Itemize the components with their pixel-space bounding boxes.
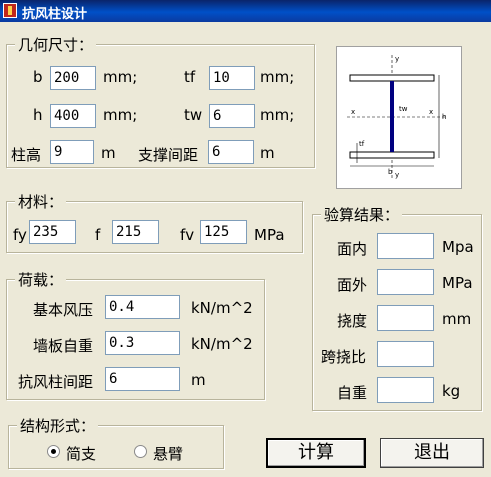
wind-pressure-unit: kN/m^2 xyxy=(191,299,253,317)
out-plane-output[interactable] xyxy=(377,269,434,295)
column-spacing-unit: m xyxy=(191,371,206,389)
fy-input[interactable]: 235 xyxy=(29,220,76,244)
simple-support-radio[interactable] xyxy=(47,445,60,458)
wind-pressure-label: 基本风压 xyxy=(33,301,94,319)
y-top-label: y xyxy=(395,55,399,63)
in-plane-label: 面内 xyxy=(337,240,368,258)
x-right-label: x xyxy=(429,108,433,116)
column-height-unit: m xyxy=(101,144,116,162)
section-diagram: y y x x tw h b tf xyxy=(336,46,462,189)
calculate-button[interactable]: 计算 xyxy=(266,438,366,468)
tw-label: tw xyxy=(184,106,203,124)
self-weight-output[interactable] xyxy=(377,377,434,403)
tf-unit: mm; xyxy=(260,68,295,86)
in-plane-unit: Mpa xyxy=(442,238,474,256)
column-height-label: 柱高 xyxy=(11,146,42,164)
load-legend: 荷载： xyxy=(15,269,67,290)
window-title: 抗风柱设计 xyxy=(22,7,88,22)
b-input[interactable]: 200 xyxy=(50,66,96,90)
brace-spacing-input[interactable]: 6 xyxy=(208,140,254,164)
brace-spacing-unit: m xyxy=(260,144,275,162)
brace-spacing-label: 支撑间距 xyxy=(138,146,199,164)
x-left-label: x xyxy=(351,108,355,116)
deflection-label: 挠度 xyxy=(337,312,368,330)
self-weight-label: 自重 xyxy=(337,384,368,402)
y-bottom-label: y xyxy=(395,171,399,179)
self-weight-unit: kg xyxy=(442,382,461,400)
bottom-flange xyxy=(349,151,435,159)
results-legend: 验算结果： xyxy=(321,204,403,225)
tw-unit: mm; xyxy=(260,106,295,124)
wind-pressure-input[interactable]: 0.4 xyxy=(105,295,180,319)
deflection-unit: mm xyxy=(442,310,472,328)
tw-diagram-label: tw xyxy=(399,105,408,113)
top-flange xyxy=(349,74,435,82)
wall-weight-label: 墙板自重 xyxy=(33,337,94,355)
b-unit: mm; xyxy=(103,68,138,86)
structure-legend: 结构形式： xyxy=(17,415,99,436)
fv-input[interactable]: 125 xyxy=(200,220,247,244)
column-height-input[interactable]: 9 xyxy=(50,140,94,164)
app-icon xyxy=(3,3,17,18)
tf-input[interactable]: 10 xyxy=(209,66,255,90)
column-spacing-input[interactable]: 6 xyxy=(105,367,180,391)
wall-weight-input[interactable]: 0.3 xyxy=(105,331,180,355)
h-unit: mm; xyxy=(103,106,138,124)
structure-group: 结构形式： xyxy=(8,415,224,469)
f-input[interactable]: 215 xyxy=(112,220,159,244)
b-label: b xyxy=(33,68,43,86)
column-spacing-label: 抗风柱间距 xyxy=(18,373,94,391)
deflection-ratio-output[interactable] xyxy=(377,341,434,367)
f-label: f xyxy=(95,226,101,244)
h-input[interactable]: 400 xyxy=(50,104,96,128)
tf-label: tf xyxy=(184,68,196,86)
out-plane-label: 面外 xyxy=(337,276,368,294)
cantilever-label[interactable]: 悬臂 xyxy=(153,443,183,464)
wall-weight-unit: kN/m^2 xyxy=(191,335,253,353)
fv-label: fv xyxy=(180,226,195,244)
tf-diagram-label: tf xyxy=(359,140,365,148)
h-label: h xyxy=(33,106,43,124)
exit-button[interactable]: 退出 xyxy=(380,438,484,468)
h-diagram-label: h xyxy=(442,113,446,121)
simple-support-label[interactable]: 简支 xyxy=(66,443,96,464)
b-diagram-label: b xyxy=(388,168,393,176)
fy-label: fy xyxy=(13,226,27,244)
tw-input[interactable]: 6 xyxy=(209,104,255,128)
out-plane-unit: MPa xyxy=(442,274,473,292)
deflection-ratio-label: 跨挠比 xyxy=(321,348,367,366)
app-window: 抗风柱设计 几何尺寸： b 200 mm; tf 10 mm; h 400 mm… xyxy=(0,0,491,477)
title-bar[interactable]: 抗风柱设计 xyxy=(0,0,491,22)
in-plane-output[interactable] xyxy=(377,233,434,259)
cantilever-radio[interactable] xyxy=(134,445,147,458)
geometry-legend: 几何尺寸： xyxy=(15,34,97,55)
deflection-output[interactable] xyxy=(377,305,434,331)
material-legend: 材料： xyxy=(15,191,67,212)
fv-unit: MPa xyxy=(254,226,285,244)
web xyxy=(390,81,394,152)
